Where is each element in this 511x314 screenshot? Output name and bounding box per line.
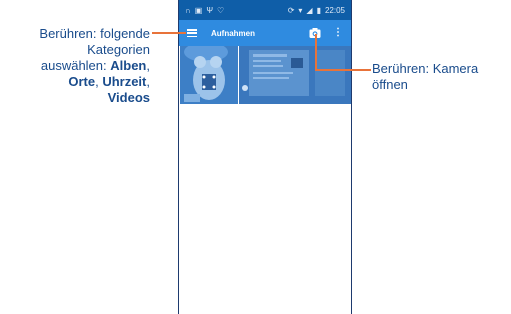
phone-screen: ∩ ▣ Ψ ♡ ⟳ ▾ ◢ ▮ 22:05 Aufnahmen ⋮ <box>178 0 352 314</box>
category-time: Uhrzeit <box>102 74 147 89</box>
separator: , <box>146 74 150 89</box>
battery-icon: ▮ <box>316 5 321 15</box>
category-videos: Videos <box>107 90 150 105</box>
menu-callout-prefix: auswählen: <box>40 58 111 73</box>
camera-callout-line1: Berühren: Kamera <box>372 61 479 76</box>
camera-callout-line2: öffnen <box>372 77 408 92</box>
menu-callout-line4: Orte, Uhrzeit, <box>0 74 150 90</box>
category-places: Orte <box>68 74 96 89</box>
photo-thumbnail[interactable] <box>180 46 238 104</box>
image-icon: ▣ <box>194 5 203 15</box>
app-bar: Aufnahmen ⋮ <box>179 20 351 46</box>
menu-callout-line5: Videos <box>0 90 150 106</box>
notification-icon: ♡ <box>217 5 225 15</box>
status-bar: ∩ ▣ Ψ ♡ ⟳ ▾ ◢ ▮ 22:05 <box>179 0 351 20</box>
menu-callout-line2: Kategorien <box>87 42 150 57</box>
signal-icon: ◢ <box>306 5 313 15</box>
camera-callout-line-horizontal <box>315 69 371 71</box>
sync-icon: ⟳ <box>287 5 295 15</box>
status-time: 22:05 <box>324 5 345 15</box>
app-title: Aufnahmen <box>211 28 255 38</box>
separator: , <box>95 74 99 89</box>
screenshot-thumbnail[interactable] <box>239 46 351 104</box>
hamburger-menu-icon[interactable] <box>187 29 197 37</box>
camera-callout-text: Berühren: Kamera öffnen <box>372 61 507 93</box>
menu-callout-line3: auswählen: Alben, <box>0 58 150 74</box>
wifi-icon: ▾ <box>298 5 303 15</box>
camera-callout-line-vertical <box>315 34 317 70</box>
character-illustration <box>180 46 238 104</box>
category-albums: Alben <box>110 58 147 73</box>
menu-callout-text: Berühren: folgende Kategorien auswählen:… <box>0 26 150 106</box>
screenshot-preview <box>239 46 351 104</box>
headset-icon: ∩ <box>185 5 191 15</box>
usb-icon: Ψ <box>206 5 213 15</box>
status-left-icons: ∩ ▣ Ψ ♡ <box>185 6 224 15</box>
status-right-icons: ⟳ ▾ ◢ ▮ 22:05 <box>288 6 345 15</box>
separator: , <box>146 58 150 73</box>
menu-callout-line <box>152 32 186 34</box>
more-vertical-icon[interactable]: ⋮ <box>333 27 343 39</box>
menu-callout-line1: Berühren: folgende <box>39 26 150 41</box>
